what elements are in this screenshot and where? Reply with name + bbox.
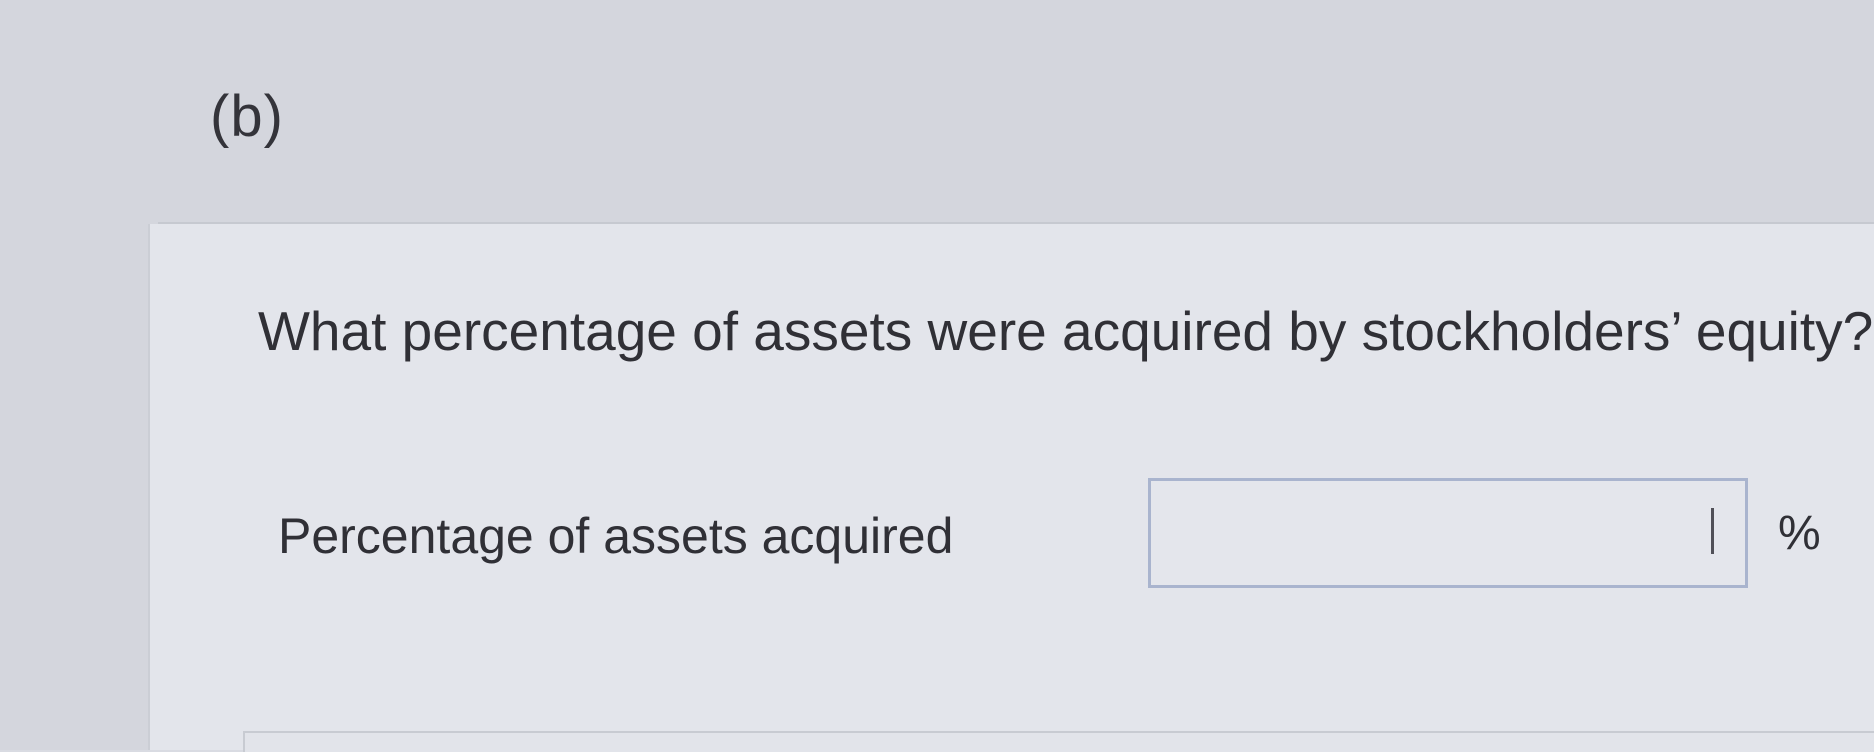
text-cursor (1711, 508, 1714, 554)
part-label: (b) (210, 84, 284, 149)
next-panel-edge (243, 731, 1874, 752)
answer-label: Percentage of assets acquired (278, 508, 954, 564)
percentage-input[interactable] (1148, 478, 1748, 588)
part-header (158, 0, 1874, 224)
question-page: (b) What percentage of assets were acqui… (0, 0, 1874, 752)
answer-card: What percentage of assets were acquired … (148, 224, 1874, 750)
left-gutter (0, 0, 159, 750)
percent-unit-label: % (1778, 507, 1821, 560)
question-text: What percentage of assets were acquired … (258, 300, 1874, 362)
